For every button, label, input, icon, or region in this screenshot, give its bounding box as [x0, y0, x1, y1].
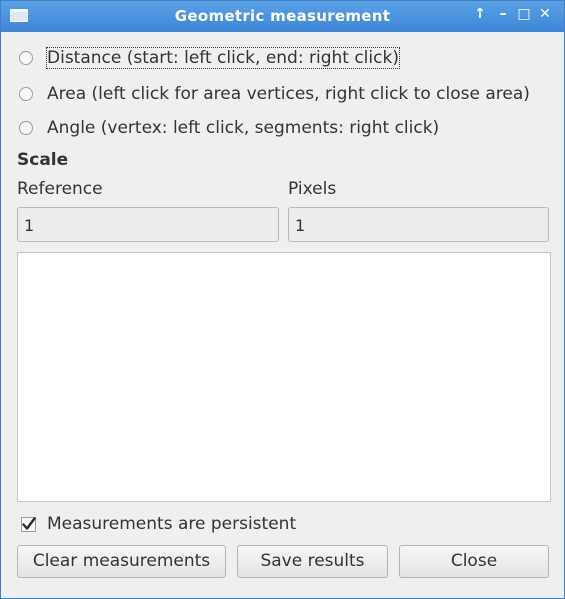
mode-label-distance: Distance (start: left click, end: right …: [46, 47, 400, 69]
pixels-label: Pixels: [288, 179, 337, 199]
persistent-checkbox-row[interactable]: Measurements are persistent: [21, 512, 296, 536]
mode-option-angle[interactable]: Angle (vertex: left click, segments: rig…: [19, 116, 439, 140]
move-up-icon[interactable]: ↑: [471, 6, 489, 22]
save-results-button[interactable]: Save results: [237, 545, 388, 578]
minimize-icon[interactable]: –: [494, 6, 512, 22]
mode-label-angle: Angle (vertex: left click, segments: rig…: [47, 118, 440, 138]
radio-button-angle[interactable]: [19, 121, 33, 135]
mode-option-area[interactable]: Area (left click for area vertices, righ…: [19, 82, 530, 106]
maximize-icon[interactable]: □: [515, 6, 533, 22]
persistent-checkbox[interactable]: [21, 516, 36, 532]
reference-label: Reference: [17, 179, 103, 199]
clear-measurements-button[interactable]: Clear measurements: [17, 545, 226, 578]
persistent-checkbox-label: Measurements are persistent: [47, 514, 297, 534]
scale-section-title: Scale: [17, 150, 69, 170]
title-bar[interactable]: Geometric measurement ↑ – □ ✕: [1, 1, 564, 32]
pixels-input[interactable]: 1: [288, 207, 549, 242]
radio-button-area[interactable]: [19, 87, 33, 101]
close-icon[interactable]: ✕: [536, 6, 554, 22]
radio-button-distance[interactable]: [19, 51, 33, 65]
measurement-dialog: Geometric measurement ↑ – □ ✕ Distance (…: [0, 0, 565, 599]
reference-input[interactable]: 1: [17, 207, 279, 242]
measurement-results-area[interactable]: [17, 252, 551, 502]
close-button[interactable]: Close: [399, 545, 549, 578]
mode-label-area: Area (left click for area vertices, righ…: [47, 84, 530, 104]
checkmark-icon: [21, 516, 36, 532]
mode-option-distance[interactable]: Distance (start: left click, end: right …: [19, 46, 400, 70]
